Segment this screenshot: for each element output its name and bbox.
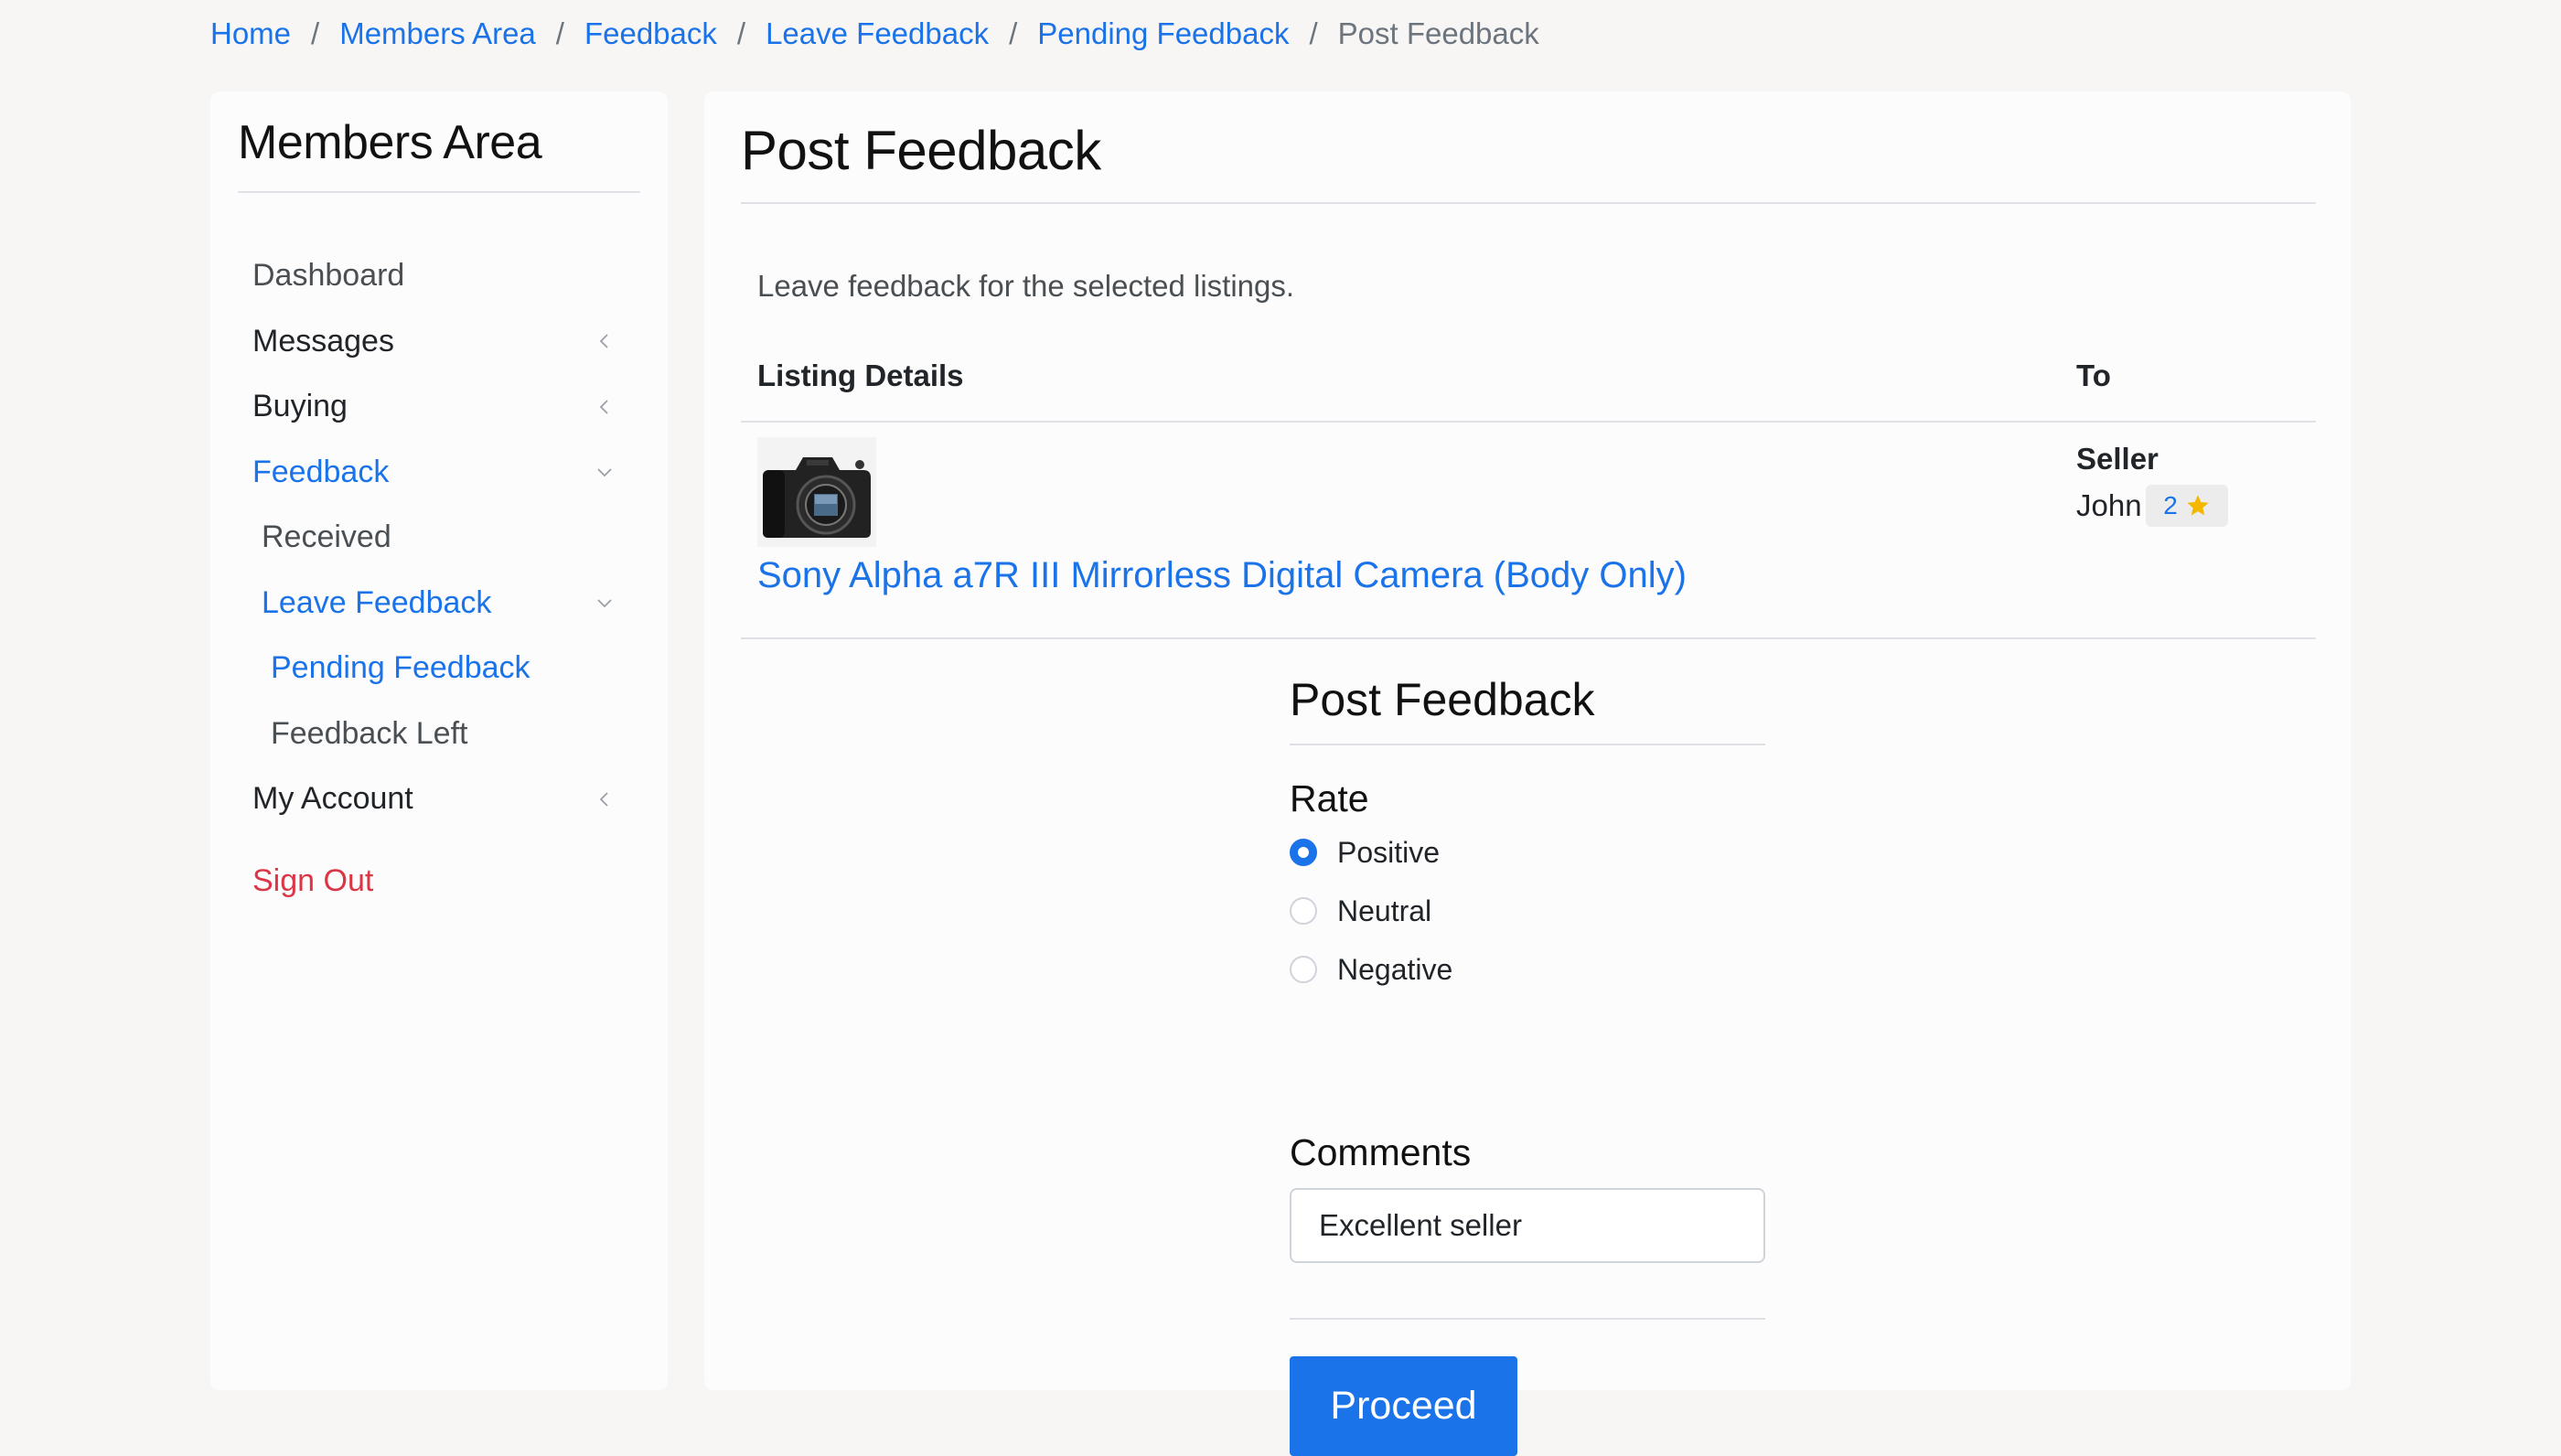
sidebar-item-my-account[interactable]: My Account — [210, 766, 668, 832]
sidebar-item-label: Messages — [252, 323, 394, 359]
sidebar-item-pending-feedback[interactable]: Pending Feedback — [210, 636, 668, 701]
rate-label: Rate — [1290, 777, 1369, 819]
radio-negative[interactable] — [1290, 956, 1317, 983]
sidebar-item-leave-feedback[interactable]: Leave Feedback — [210, 571, 668, 637]
sidebar-item-label: Feedback Left — [271, 715, 468, 751]
rate-option-negative[interactable]: Negative — [1290, 949, 1452, 990]
sidebar-item-label: Dashboard — [252, 258, 405, 294]
sidebar-item-label: Leave Feedback — [262, 584, 492, 620]
chevron-down-icon — [597, 468, 612, 477]
column-header-listing-details: Listing Details — [757, 359, 964, 392]
chevron-left-icon — [599, 792, 608, 807]
radio-neutral[interactable] — [1290, 897, 1317, 925]
rating-count: 2 — [2163, 491, 2178, 519]
chevron-left-icon — [599, 400, 608, 414]
sidebar-item-feedback[interactable]: Feedback — [210, 440, 668, 506]
recipient-name: John — [2076, 488, 2142, 522]
breadcrumb-separator: / — [311, 16, 320, 50]
sidebar-nav: Dashboard Messages Buying Feedback Recei… — [210, 243, 668, 914]
sidebar: Members Area Dashboard Messages Buying F… — [210, 91, 668, 1390]
sidebar-item-feedback-left[interactable]: Feedback Left — [210, 701, 668, 767]
comments-input[interactable] — [1290, 1188, 1765, 1263]
sidebar-divider — [238, 191, 640, 193]
breadcrumb-separator: / — [1309, 16, 1318, 50]
rating-badge[interactable]: 2 — [2146, 485, 2228, 527]
star-icon — [2187, 495, 2209, 516]
chevron-down-icon — [597, 599, 612, 608]
comments-label: Comments — [1290, 1131, 1472, 1173]
main-card: Post Feedback Leave feedback for the sel… — [704, 91, 2351, 1456]
breadcrumb-current: Post Feedback — [1337, 16, 1539, 50]
table-header-divider — [741, 421, 2316, 423]
rate-option-positive[interactable]: Positive — [1290, 832, 1440, 873]
camera-icon[interactable] — [757, 437, 876, 547]
sidebar-item-label: Buying — [252, 389, 348, 424]
rate-option-neutral[interactable]: Neutral — [1290, 891, 1431, 931]
breadcrumb-separator: / — [1009, 16, 1018, 50]
intro-text: Leave feedback for the selected listings… — [757, 269, 1295, 303]
sidebar-item-dashboard[interactable]: Dashboard — [210, 243, 668, 309]
radio-label-neutral: Neutral — [1337, 894, 1432, 927]
listing-title-link[interactable]: Sony Alpha a7R III Mirrorless Digital Ca… — [757, 555, 1687, 596]
title-divider — [741, 202, 2316, 204]
breadcrumb-home[interactable]: Home — [210, 16, 291, 51]
breadcrumb-separator: / — [736, 16, 746, 50]
sidebar-item-messages[interactable]: Messages — [210, 309, 668, 375]
sign-out-label: Sign Out — [252, 862, 374, 898]
sidebar-item-label: Feedback — [252, 454, 390, 489]
breadcrumb: Home / Members Area / Feedback / Leave F… — [210, 13, 1539, 55]
sidebar-item-received[interactable]: Received — [210, 505, 668, 571]
radio-positive[interactable] — [1290, 839, 1317, 866]
table-row-divider — [741, 637, 2316, 639]
form-title-divider — [1290, 744, 1765, 745]
breadcrumb-members-area[interactable]: Members Area — [339, 16, 536, 51]
breadcrumb-pending-feedback[interactable]: Pending Feedback — [1037, 16, 1289, 51]
breadcrumb-separator: / — [555, 16, 564, 50]
column-header-to: To — [2076, 359, 2111, 392]
form-title: Post Feedback — [1290, 674, 1595, 725]
radio-label-positive: Positive — [1337, 835, 1441, 869]
proceed-button[interactable]: Proceed — [1290, 1356, 1517, 1456]
page-title: Post Feedback — [741, 120, 1101, 181]
sidebar-item-label: Pending Feedback — [271, 650, 530, 686]
breadcrumb-leave-feedback[interactable]: Leave Feedback — [766, 16, 989, 51]
breadcrumb-feedback[interactable]: Feedback — [584, 16, 717, 51]
recipient-role: Seller — [2076, 442, 2159, 476]
sidebar-item-buying[interactable]: Buying — [210, 374, 668, 440]
radio-label-negative: Negative — [1337, 952, 1453, 986]
sidebar-item-label: My Account — [252, 781, 413, 817]
sidebar-title: Members Area — [238, 116, 542, 169]
chevron-left-icon — [599, 334, 608, 348]
form-footer-divider — [1290, 1318, 1765, 1320]
sign-out-link[interactable]: Sign Out — [210, 849, 668, 915]
sidebar-item-label: Received — [262, 519, 391, 555]
